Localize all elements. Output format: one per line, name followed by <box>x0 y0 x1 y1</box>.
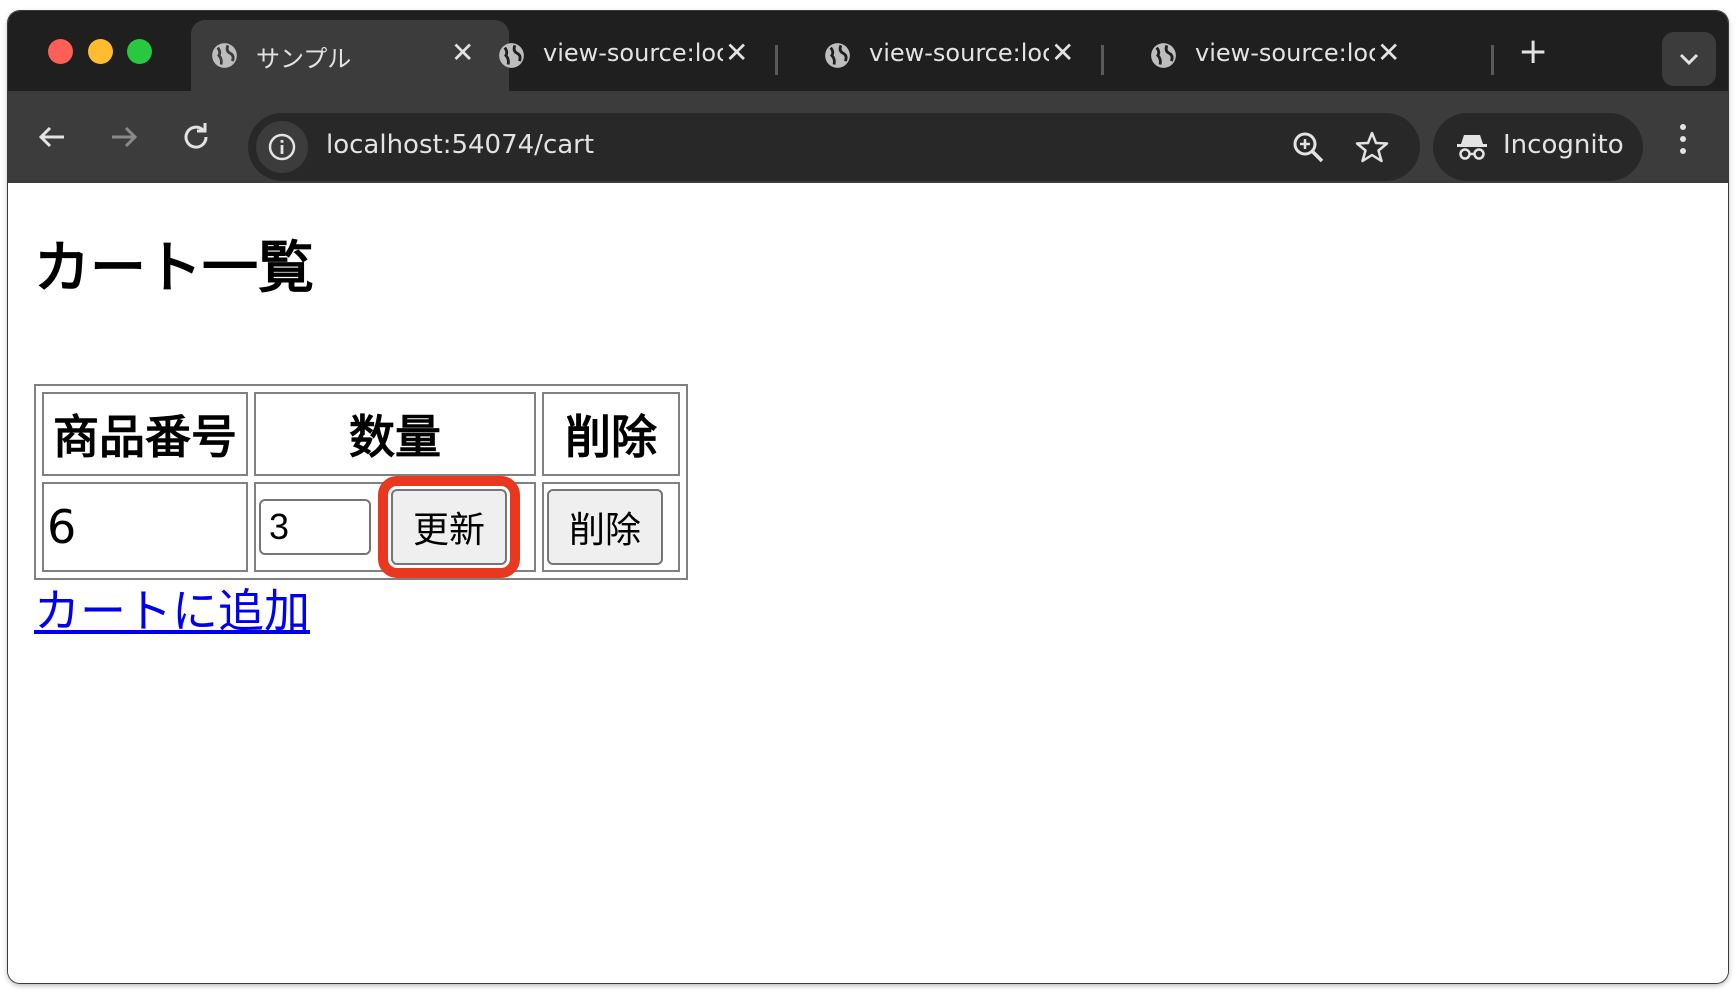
tab-close-icon[interactable]: ✕ <box>451 36 474 69</box>
tab-strip: サンプル ✕ view-source:loc ✕ view-source:loc… <box>8 11 1728 91</box>
incognito-icon <box>1457 135 1487 160</box>
update-button[interactable]: 更新 <box>377 476 521 578</box>
tab-close-icon[interactable]: ✕ <box>1377 36 1400 69</box>
tab-title: view-source:loc <box>1195 39 1375 67</box>
tab-view-source-2[interactable]: view-source:loc ✕ <box>804 20 1094 91</box>
delete-button[interactable]: 削除 <box>547 489 664 565</box>
bookmark-star-icon[interactable] <box>1354 129 1390 165</box>
globe-icon <box>212 43 237 68</box>
tab-view-source-1[interactable]: view-source:loc ✕ <box>478 20 768 91</box>
close-window-button[interactable] <box>48 39 73 64</box>
table-header-row: 商品番号 数量 削除 <box>42 392 680 476</box>
delete-cell: 削除 <box>542 482 680 572</box>
address-bar[interactable]: localhost:54074/cart <box>248 113 1420 181</box>
browser-window: サンプル ✕ view-source:loc ✕ view-source:loc… <box>8 11 1728 983</box>
globe-icon <box>1151 43 1176 68</box>
reload-icon[interactable] <box>176 117 216 157</box>
site-info-icon[interactable] <box>256 121 308 173</box>
incognito-label: Incognito <box>1503 130 1624 160</box>
forward-arrow-icon[interactable] <box>104 117 144 157</box>
tab-title: view-source:loc <box>869 39 1049 67</box>
column-header-product-id: 商品番号 <box>42 392 248 476</box>
tab-title: サンプル <box>256 45 352 73</box>
column-header-quantity: 数量 <box>254 392 536 476</box>
browser-toolbar: localhost:54074/cart Incognito <box>8 91 1728 183</box>
tab-view-source-3[interactable]: view-source:loc ✕ <box>1130 20 1420 91</box>
incognito-indicator[interactable]: Incognito <box>1433 113 1643 181</box>
url-text: localhost:54074/cart <box>326 130 595 160</box>
tab-close-icon[interactable]: ✕ <box>725 36 748 69</box>
globe-icon <box>499 43 524 68</box>
new-tab-plus-icon[interactable]: + <box>1518 31 1548 72</box>
product-id-cell: 6 <box>42 482 248 572</box>
tab-close-icon[interactable]: ✕ <box>1051 36 1074 69</box>
table-row: 6 更新 削除 <box>42 476 680 578</box>
back-arrow-icon[interactable] <box>32 117 72 157</box>
page-title: カート一覧 <box>34 236 314 301</box>
tab-divider <box>775 45 778 75</box>
quantity-input[interactable] <box>259 499 371 555</box>
maximize-window-button[interactable] <box>127 39 152 64</box>
zoom-icon[interactable] <box>1290 129 1326 165</box>
kebab-menu-icon[interactable] <box>1673 119 1693 159</box>
page-content: カート一覧 商品番号 数量 削除 6 更新 削除 カートに追加 <box>8 183 1728 983</box>
quantity-cell: 更新 <box>254 476 536 578</box>
tab-title: view-source:loc <box>543 39 723 67</box>
tab-search-button[interactable] <box>1662 32 1716 86</box>
info-icon <box>268 133 296 161</box>
chevron-down-icon <box>1679 53 1699 66</box>
tab-divider <box>1101 45 1104 75</box>
column-header-delete: 削除 <box>542 392 680 476</box>
minimize-window-button[interactable] <box>88 39 113 64</box>
add-to-cart-link[interactable]: カートに追加 <box>34 575 310 641</box>
tab-sample[interactable]: サンプル ✕ <box>191 20 509 91</box>
globe-icon <box>825 43 850 68</box>
tab-divider <box>1491 45 1494 75</box>
cart-table: 商品番号 数量 削除 6 更新 削除 <box>34 384 688 580</box>
